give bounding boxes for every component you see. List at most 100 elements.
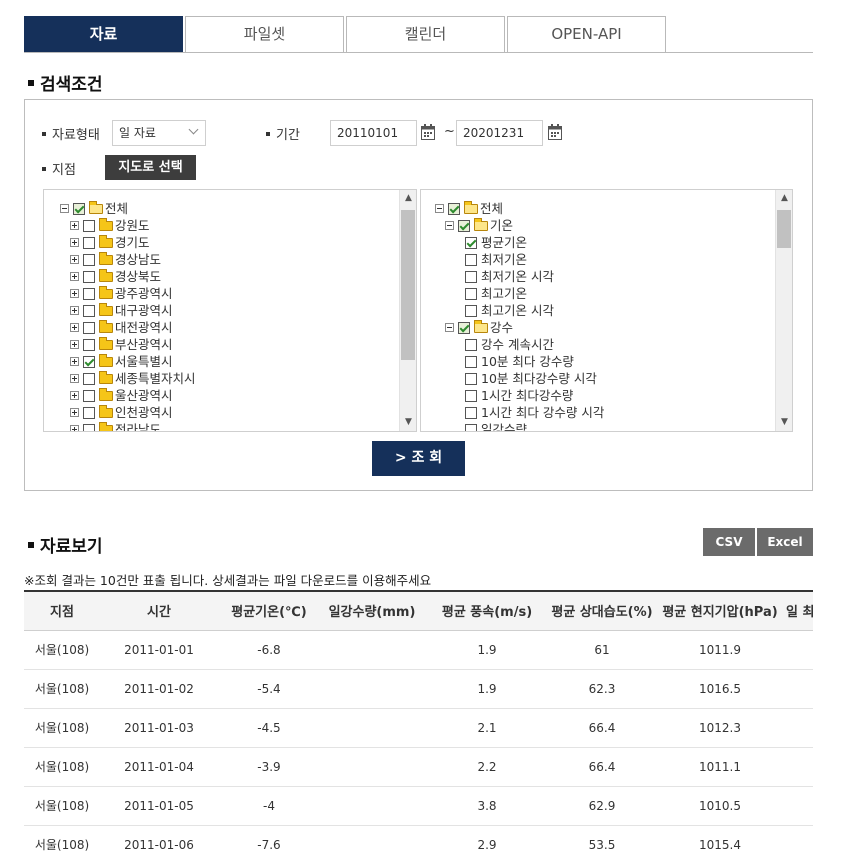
tree-node[interactable]: 울산광역시 <box>70 387 173 404</box>
tree-node[interactable]: 강원도 <box>70 217 150 234</box>
tab-data[interactable]: 자료 <box>24 16 183 52</box>
expand-icon[interactable] <box>70 340 79 349</box>
start-date-input[interactable]: 20110101 <box>330 120 417 146</box>
expand-icon[interactable] <box>70 425 79 431</box>
scroll-thumb[interactable] <box>777 210 791 248</box>
checkbox[interactable] <box>458 321 470 334</box>
query-button[interactable]: > 조 회 <box>372 441 465 476</box>
tree-node[interactable]: 최저기온 시각 <box>465 268 554 285</box>
excel-button[interactable]: Excel <box>757 528 813 556</box>
expand-icon[interactable] <box>70 408 79 417</box>
checkbox[interactable] <box>83 423 95 431</box>
tree-node[interactable]: 서울특별시 <box>70 353 173 370</box>
column-header[interactable]: 평균 풍속(m/s) <box>424 592 550 631</box>
tree-node[interactable]: 기온 <box>445 217 513 234</box>
tree-node[interactable]: 10분 최다 강수량 <box>465 353 574 370</box>
checkbox[interactable] <box>448 202 460 215</box>
end-date-input[interactable]: 20201231 <box>456 120 543 146</box>
checkbox[interactable] <box>465 270 477 283</box>
checkbox[interactable] <box>83 304 95 317</box>
checkbox[interactable] <box>73 202 85 215</box>
tree-node[interactable]: 강수 계속시간 <box>465 336 554 353</box>
column-header[interactable]: 일강수량(mm) <box>320 592 424 631</box>
tree-node[interactable]: 10분 최다강수량 시각 <box>465 370 597 387</box>
tab-calendar[interactable]: 캘린더 <box>346 16 505 52</box>
calendar-icon[interactable] <box>548 124 562 140</box>
expand-icon[interactable] <box>70 357 79 366</box>
checkbox[interactable] <box>83 253 95 266</box>
expand-icon[interactable] <box>70 391 79 400</box>
result-table-wrap[interactable]: 지점 시간 평균기온(℃) 일강수량(mm) 평균 풍속(m/s) 평균 상대습도(%) 평… <box>24 590 813 856</box>
data-type-select[interactable]: 일 자료 <box>112 120 206 146</box>
expand-icon[interactable] <box>70 255 79 264</box>
column-header[interactable]: 평균 현지기압(hPa) <box>654 592 786 631</box>
checkbox[interactable] <box>83 389 95 402</box>
tab-open-api[interactable]: OPEN-API <box>507 16 666 52</box>
scroll-up-icon[interactable]: ▲ <box>776 190 792 207</box>
checkbox[interactable] <box>465 406 477 419</box>
column-header[interactable]: 일 최심신적설(cm) <box>786 592 813 631</box>
tree-node[interactable]: 대구광역시 <box>70 302 173 319</box>
expand-icon[interactable] <box>70 272 79 281</box>
collapse-icon[interactable] <box>435 204 444 213</box>
tree-node[interactable]: 부산광역시 <box>70 336 173 353</box>
tree-node[interactable]: 일강수량 <box>465 421 527 431</box>
checkbox[interactable] <box>83 406 95 419</box>
column-header[interactable]: 평균 상대습도(%) <box>550 592 654 631</box>
tree-node[interactable]: 평균기온 <box>465 234 527 251</box>
scroll-down-icon[interactable]: ▼ <box>776 414 792 431</box>
element-tree-scrollbar[interactable]: ▲ ▼ <box>775 190 792 431</box>
scroll-thumb[interactable] <box>401 210 415 360</box>
map-select-button[interactable]: 지도로 선택 <box>105 155 196 180</box>
collapse-icon[interactable] <box>445 323 454 332</box>
checkbox[interactable] <box>83 372 95 385</box>
column-header[interactable]: 평균기온(℃) <box>218 592 320 631</box>
checkbox[interactable] <box>83 321 95 334</box>
checkbox[interactable] <box>83 338 95 351</box>
checkbox[interactable] <box>465 253 477 266</box>
checkbox[interactable] <box>83 287 95 300</box>
checkbox[interactable] <box>458 219 470 232</box>
tab-fileset[interactable]: 파일셋 <box>185 16 344 52</box>
tree-node[interactable]: 전라남도 <box>70 421 161 431</box>
checkbox[interactable] <box>465 338 477 351</box>
tree-node[interactable]: 전체 <box>435 200 503 217</box>
column-header[interactable]: 지점 <box>24 592 100 631</box>
tree-node[interactable]: 광주광역시 <box>70 285 173 302</box>
checkbox[interactable] <box>83 270 95 283</box>
tree-node[interactable]: 최고기온 <box>465 285 527 302</box>
checkbox[interactable] <box>83 355 95 368</box>
checkbox[interactable] <box>465 287 477 300</box>
tree-node[interactable]: 대전광역시 <box>70 319 173 336</box>
expand-icon[interactable] <box>70 289 79 298</box>
expand-icon[interactable] <box>70 238 79 247</box>
expand-icon[interactable] <box>70 221 79 230</box>
checkbox[interactable] <box>83 219 95 232</box>
checkbox[interactable] <box>465 389 477 402</box>
expand-icon[interactable] <box>70 323 79 332</box>
tree-node[interactable]: 1시간 최다 강수량 시각 <box>465 404 604 421</box>
expand-icon[interactable] <box>70 374 79 383</box>
checkbox[interactable] <box>465 423 477 431</box>
tree-node[interactable]: 경기도 <box>70 234 150 251</box>
checkbox[interactable] <box>465 236 477 249</box>
station-tree-scrollbar[interactable]: ▲ ▼ <box>399 190 416 431</box>
tree-node[interactable]: 1시간 최다강수량 <box>465 387 573 404</box>
tree-node[interactable]: 세종특별자치시 <box>70 370 196 387</box>
tree-node[interactable]: 최저기온 <box>465 251 527 268</box>
tree-node[interactable]: 인천광역시 <box>70 404 173 421</box>
checkbox[interactable] <box>83 236 95 249</box>
scroll-up-icon[interactable]: ▲ <box>400 190 416 207</box>
checkbox[interactable] <box>465 304 477 317</box>
tree-node[interactable]: 경상남도 <box>70 251 161 268</box>
column-header[interactable]: 시간 <box>100 592 218 631</box>
tree-node[interactable]: 강수 <box>445 319 513 336</box>
checkbox[interactable] <box>465 355 477 368</box>
collapse-icon[interactable] <box>60 204 69 213</box>
tree-node[interactable]: 최고기온 시각 <box>465 302 554 319</box>
csv-button[interactable]: CSV <box>703 528 755 556</box>
calendar-icon[interactable] <box>421 124 435 140</box>
collapse-icon[interactable] <box>445 221 454 230</box>
expand-icon[interactable] <box>70 306 79 315</box>
tree-node[interactable]: 경상북도 <box>70 268 161 285</box>
